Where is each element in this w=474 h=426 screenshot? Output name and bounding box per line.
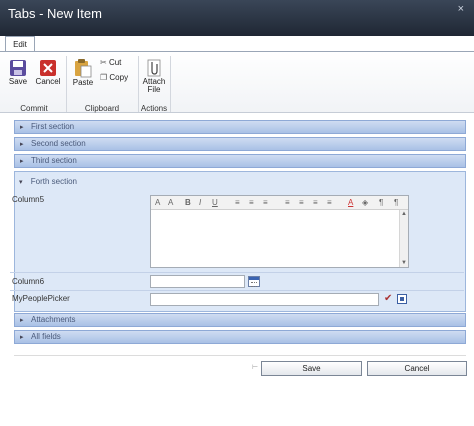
commit-group-label: Commit bbox=[20, 104, 48, 113]
text-color-icon[interactable]: A bbox=[348, 198, 353, 207]
collapse-triangle-icon: ▾ bbox=[19, 179, 23, 186]
section-forth-header[interactable]: ▾ Forth section bbox=[19, 177, 77, 186]
column5-label: Column5 bbox=[12, 195, 45, 204]
ribbon-separator bbox=[66, 56, 67, 112]
save-label: Save bbox=[8, 77, 28, 86]
section-third[interactable]: ▸ Third section bbox=[14, 154, 466, 168]
copy-label: Copy bbox=[109, 73, 129, 82]
section-first[interactable]: ▸ First section bbox=[14, 120, 466, 134]
save-button[interactable]: Save bbox=[6, 59, 30, 86]
copy-button[interactable]: ❐ Copy bbox=[100, 73, 128, 82]
title-bar: Tabs - New Item × bbox=[0, 0, 474, 36]
align-center-icon[interactable]: ≡ bbox=[249, 198, 254, 207]
section-label: Forth section bbox=[30, 177, 77, 186]
paperclip-icon bbox=[147, 59, 161, 77]
section-label: Second section bbox=[31, 139, 86, 148]
footer-save-button[interactable]: Save bbox=[261, 361, 362, 376]
attach-file-button[interactable]: Attach File bbox=[141, 58, 167, 94]
section-attachments[interactable]: ▸ Attachments bbox=[14, 313, 466, 327]
cut-button[interactable]: ✂ Cut bbox=[100, 58, 121, 67]
cancel-label: Cancel bbox=[35, 77, 61, 86]
field-divider bbox=[10, 290, 464, 291]
attach-label-line2: File bbox=[147, 85, 161, 94]
field-divider bbox=[10, 272, 464, 273]
spelling-icon: ⊢ bbox=[252, 364, 259, 371]
expand-triangle-icon: ▸ bbox=[20, 317, 24, 324]
ribbon-separator bbox=[170, 56, 171, 112]
paste-icon bbox=[75, 59, 92, 78]
indent-icon[interactable]: ≡ bbox=[327, 198, 332, 207]
font-icon[interactable]: A bbox=[155, 198, 160, 207]
numbered-list-icon[interactable]: ≡ bbox=[285, 198, 290, 207]
underline-icon[interactable]: U bbox=[212, 198, 218, 207]
column6-date-input[interactable] bbox=[150, 275, 245, 288]
expand-triangle-icon: ▸ bbox=[20, 141, 24, 148]
paste-label: Paste bbox=[72, 78, 94, 87]
scroll-down-icon[interactable]: ▼ bbox=[401, 260, 407, 266]
scissors-icon: ✂ bbox=[100, 58, 107, 67]
cut-label: Cut bbox=[108, 58, 122, 67]
tab-edit[interactable]: Edit bbox=[5, 36, 35, 52]
column5-rich-text-editor[interactable]: A A B I U ≡ ≡ ≡ ≡ ≡ ≡ ≡ A ◈ ¶ ¶ ▲ ▼ bbox=[150, 195, 409, 268]
check-names-icon[interactable]: ✔ bbox=[384, 293, 392, 304]
scroll-up-icon[interactable]: ▲ bbox=[401, 211, 407, 217]
column5-text-area[interactable] bbox=[153, 212, 398, 266]
rtl-icon[interactable]: ¶ bbox=[394, 198, 398, 207]
cancel-icon bbox=[40, 60, 56, 76]
font-size-icon[interactable]: A bbox=[168, 198, 173, 207]
rte-toolbar: A A B I U ≡ ≡ ≡ ≡ ≡ ≡ ≡ A ◈ ¶ ¶ bbox=[151, 196, 408, 210]
expand-triangle-icon: ▸ bbox=[20, 124, 24, 131]
ltr-icon[interactable]: ¶ bbox=[379, 198, 383, 207]
section-second[interactable]: ▸ Second section bbox=[14, 137, 466, 151]
bold-icon[interactable]: B bbox=[185, 198, 191, 207]
calendar-icon[interactable] bbox=[248, 276, 260, 287]
clipboard-group-label: Clipboard bbox=[84, 104, 120, 113]
align-left-icon[interactable]: ≡ bbox=[235, 198, 240, 207]
section-all-fields[interactable]: ▸ All fields bbox=[14, 330, 466, 344]
footer-cancel-button[interactable]: Cancel bbox=[367, 361, 467, 376]
paste-button[interactable]: Paste bbox=[70, 58, 96, 87]
expand-triangle-icon: ▸ bbox=[20, 334, 24, 341]
column6-label: Column6 bbox=[12, 277, 45, 286]
actions-group-label: Actions bbox=[140, 104, 168, 113]
expand-triangle-icon: ▸ bbox=[20, 158, 24, 165]
people-picker-label: MyPeoplePicker bbox=[12, 294, 70, 303]
bulleted-list-icon[interactable]: ≡ bbox=[299, 198, 304, 207]
people-picker-input[interactable] bbox=[150, 293, 379, 306]
highlight-icon[interactable]: ◈ bbox=[362, 198, 368, 207]
ribbon: Save Cancel Commit Paste ✂ Cut ❐ Copy Cl… bbox=[0, 51, 474, 113]
align-right-icon[interactable]: ≡ bbox=[263, 198, 268, 207]
window-title: Tabs - New Item bbox=[8, 6, 102, 21]
outdent-icon[interactable]: ≡ bbox=[313, 198, 318, 207]
footer-divider bbox=[14, 355, 466, 356]
address-book-icon[interactable] bbox=[397, 294, 407, 304]
close-icon[interactable]: × bbox=[458, 3, 464, 15]
italic-icon[interactable]: I bbox=[199, 198, 201, 207]
section-label: Third section bbox=[31, 156, 77, 165]
section-label: First section bbox=[31, 122, 75, 131]
section-label: Attachments bbox=[31, 315, 76, 324]
cancel-button[interactable]: Cancel bbox=[34, 59, 62, 86]
rte-scrollbar[interactable]: ▲ ▼ bbox=[399, 210, 408, 267]
save-icon bbox=[10, 60, 26, 76]
copy-icon: ❐ bbox=[100, 73, 108, 82]
section-label: All fields bbox=[31, 332, 61, 341]
